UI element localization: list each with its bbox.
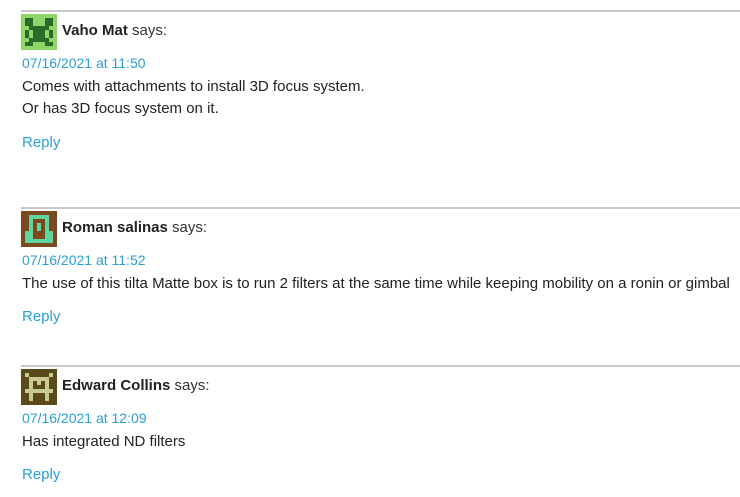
- reply-button[interactable]: Reply: [22, 308, 60, 326]
- comment-divider: [21, 10, 740, 12]
- pixel-identicon-icon: [21, 14, 57, 50]
- avatar: [21, 211, 57, 247]
- comment-date-link[interactable]: 07/16/2021 at 12:09: [22, 409, 147, 427]
- comment-body: Comes with attachments to install 3D foc…: [22, 76, 365, 120]
- comment-date-link[interactable]: 07/16/2021 at 11:52: [22, 251, 146, 269]
- comment-body: The use of this tilta Matte box is to ru…: [22, 273, 730, 295]
- comment-divider: [21, 365, 740, 367]
- comment-author: Edward Collins: [62, 377, 171, 394]
- comment-date-link[interactable]: 07/16/2021 at 11:50: [22, 54, 146, 72]
- comment-text-line: Has integrated ND filters: [22, 433, 186, 450]
- comment-author-line: Edward Collins says:: [62, 377, 210, 395]
- says-label: says:: [132, 22, 168, 39]
- reply-button[interactable]: Reply: [22, 466, 60, 484]
- comment-author: Vaho Mat: [62, 22, 128, 39]
- comment-text-line: Or has 3D focus system on it.: [22, 100, 219, 117]
- reply-button[interactable]: Reply: [22, 134, 60, 152]
- comment-text-line: The use of this tilta Matte box is to ru…: [22, 275, 730, 292]
- says-label: says:: [174, 377, 210, 394]
- pixel-identicon-icon: [21, 369, 57, 405]
- comment-author-line: Vaho Mat says:: [62, 22, 167, 40]
- comment-body: Has integrated ND filters: [22, 431, 185, 453]
- pixel-identicon-icon: [21, 211, 57, 247]
- says-label: says:: [172, 219, 208, 236]
- comment-author: Roman salinas: [62, 219, 168, 236]
- comment-author-line: Roman salinas says:: [62, 219, 207, 237]
- avatar: [21, 369, 57, 405]
- comment-text-line: Comes with attachments to install 3D foc…: [22, 78, 365, 95]
- avatar: [21, 14, 57, 50]
- comment-divider: [21, 207, 740, 209]
